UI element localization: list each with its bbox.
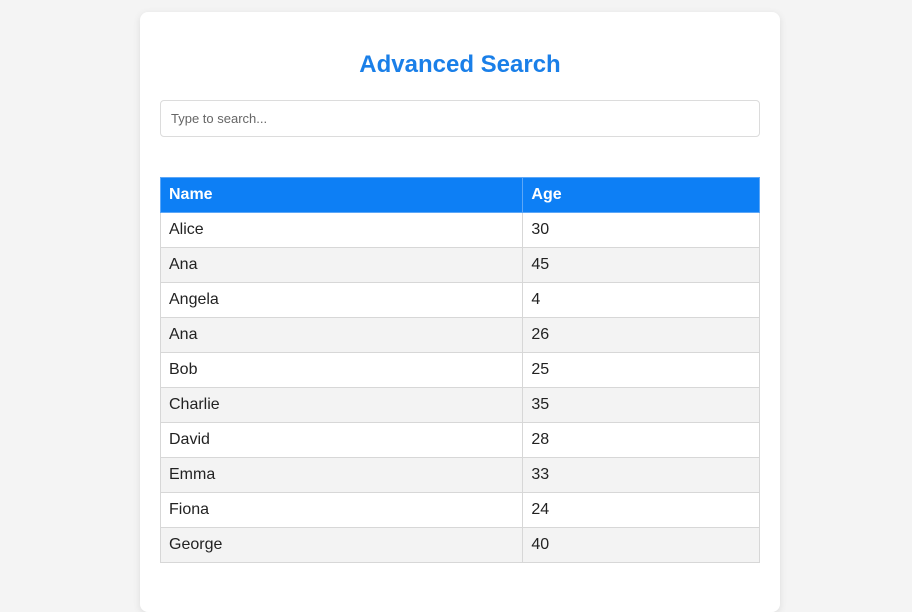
name-cell: Fiona xyxy=(159,492,524,528)
age-cell: 33 xyxy=(522,457,760,493)
age-cell: 4 xyxy=(522,282,760,318)
age-cell: 26 xyxy=(522,317,760,353)
age-cell: 40 xyxy=(522,527,760,563)
age-cell: 30 xyxy=(522,212,760,248)
table-row: David 28 xyxy=(159,422,760,458)
name-cell: Ana xyxy=(159,247,524,283)
search-input[interactable] xyxy=(160,100,760,137)
name-cell: David xyxy=(159,422,524,458)
table-row: Bob 25 xyxy=(159,352,760,388)
table-row: Ana 26 xyxy=(159,317,760,353)
table-row: Charlie 35 xyxy=(159,387,760,423)
column-header-age[interactable]: Age xyxy=(522,177,760,213)
table-row: George 40 xyxy=(159,527,760,563)
column-header-name[interactable]: Name xyxy=(159,177,524,213)
age-cell: 25 xyxy=(522,352,760,388)
page-title: Advanced Search xyxy=(359,51,561,78)
age-cell: 35 xyxy=(522,387,760,423)
name-cell: Alice xyxy=(159,212,524,248)
table-row: Alice 30 xyxy=(159,212,760,248)
name-cell: Angela xyxy=(159,282,524,318)
name-cell: George xyxy=(159,527,524,563)
age-cell: 45 xyxy=(522,247,760,283)
table-row: Fiona 24 xyxy=(159,492,760,528)
table-row: Ana 45 xyxy=(159,247,760,283)
name-cell: Emma xyxy=(159,457,524,493)
name-cell: Ana xyxy=(159,317,524,353)
age-cell: 28 xyxy=(522,422,760,458)
name-cell: Bob xyxy=(159,352,524,388)
search-card: Advanced Search Name Age Alice 30 Ana 45… xyxy=(140,12,780,612)
table-header-row: Name Age xyxy=(159,177,760,213)
table-row: Angela 4 xyxy=(159,282,760,318)
results-table: Name Age Alice 30 Ana 45 Angela 4 Ana 26 xyxy=(159,177,760,563)
table-row: Emma 33 xyxy=(159,457,760,493)
age-cell: 24 xyxy=(522,492,760,528)
name-cell: Charlie xyxy=(159,387,524,423)
